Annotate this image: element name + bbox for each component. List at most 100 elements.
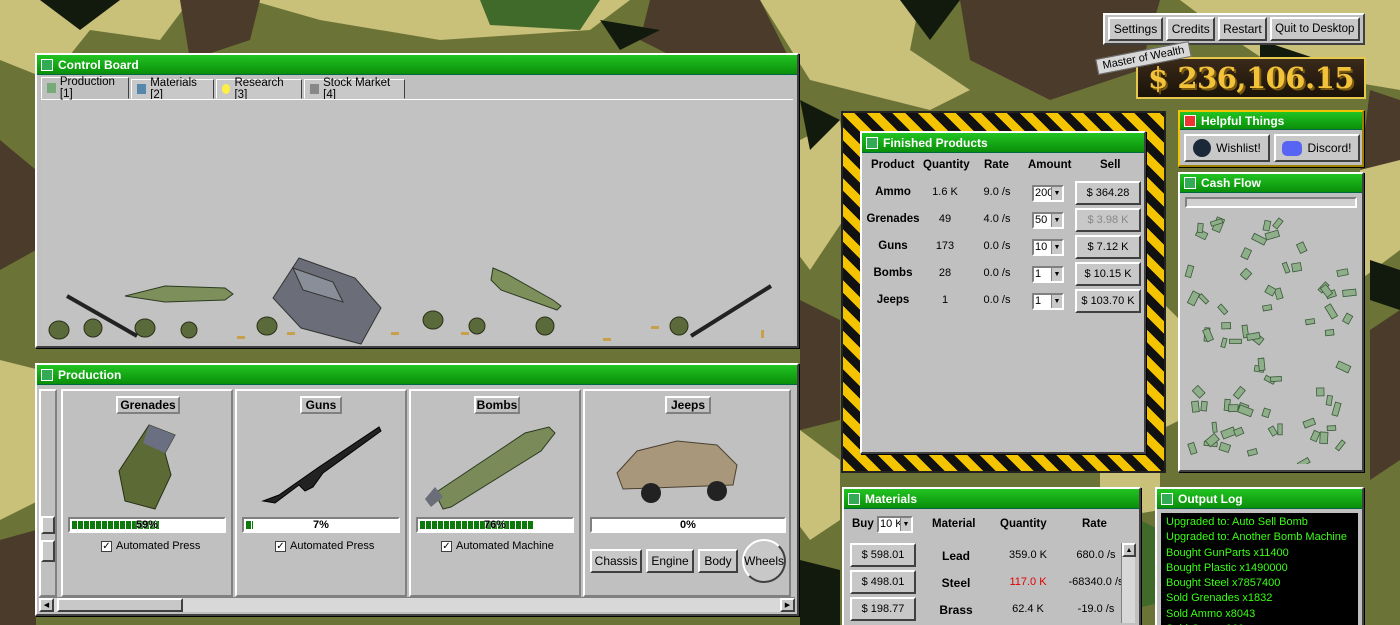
amount-value: 50 [1035,214,1048,226]
dollar-bill [1257,357,1266,372]
jeeps-progress-bar: 0% [590,517,786,533]
output-log-title: Output Log [1178,491,1243,506]
amount-select[interactable]: 10 ▼ [1032,239,1064,256]
horizontal-scrollbar[interactable]: ◀ ▶ [39,597,795,612]
buy-material-button[interactable]: $ 498.01 [850,570,916,594]
tab-research-label: Research [3] [234,77,284,101]
sell-button[interactable]: $ 3.98 K [1075,208,1141,232]
sell-button[interactable]: $ 7.12 K [1075,235,1141,259]
dollar-bill [1304,318,1316,326]
header-rate: Rate [984,159,1009,171]
restart-button[interactable]: Restart [1218,17,1267,41]
wishlist-button[interactable]: Wishlist! [1184,134,1270,162]
prev-panel-edge [39,389,57,597]
dollar-bill [1324,328,1335,337]
cash-flow-meter [1185,197,1357,208]
log-line: Sold Ammo x8043 [1166,607,1256,620]
lightbulb-icon [222,84,231,94]
money-rain-illustration [1184,216,1357,464]
dollar-bill [1331,401,1342,417]
chassis-button[interactable]: Chassis [590,549,642,573]
settings-button[interactable]: Settings [1108,17,1164,41]
body-button[interactable]: Body [698,549,738,573]
scroll-left-stub-2[interactable] [41,540,55,562]
box-icon [866,136,878,149]
tab-production[interactable]: Production [1] [41,76,129,100]
scroll-up-arrow[interactable]: ▲ [1122,543,1136,557]
product-rate: 0.0 /s [983,294,1011,306]
dollar-bill [1277,423,1283,436]
dollar-bill [1197,293,1210,305]
amount-select[interactable]: 1 ▼ [1032,293,1064,310]
dollar-bill [1220,426,1237,440]
dollar-bill [1291,262,1303,273]
chevron-down-icon: ▼ [1051,241,1062,254]
helpful-title: Helpful Things [1201,113,1285,128]
cash-flow-window: Cash Flow [1178,172,1364,472]
top-menu-bar: Settings Credits Restart Quit to Desktop [1103,13,1365,45]
sell-button[interactable]: $ 103.70 K [1075,289,1141,313]
guns-progress-bar: 7% [242,517,400,533]
checkbox-label: Automated Machine [456,540,554,552]
dollar-bill [1335,360,1352,374]
quit-button[interactable]: Quit to Desktop [1269,17,1360,41]
tab-research[interactable]: Research [3] [216,77,302,101]
scroll-left-arrow[interactable]: ◀ [39,598,54,612]
finished-products-window: Finished Products Product Quantity Rate … [860,131,1146,454]
dollar-bill [1270,376,1282,383]
product-name: Jeeps [876,294,910,306]
wealth-display: $ 236,106.15 [1136,57,1366,99]
dollar-bill [1187,441,1198,455]
scroll-right-arrow[interactable]: ▶ [780,598,795,612]
scroll-left-stub[interactable] [41,516,55,534]
dollar-bill [1262,219,1272,232]
chart-icon [310,84,320,94]
checkbox-icon: ✓ [441,540,452,552]
progress-label: 59% [135,519,159,531]
bombs-progress-bar: 76% [416,517,574,533]
tab-materials[interactable]: Materials [2] [131,77,214,101]
engine-button[interactable]: Engine [646,549,694,573]
sell-button[interactable]: $ 364.28 [1075,181,1141,205]
materials-scrollbar[interactable]: ▲ [1121,543,1136,623]
checkbox-label: Automated Press [290,540,375,552]
materials-icon [137,84,147,94]
tab-stock-market-label: Stock Market [4] [323,77,391,101]
log-line: Bought Steel x7857400 [1166,577,1281,590]
sell-button[interactable]: $ 10.15 K [1075,262,1141,286]
credits-button[interactable]: Credits [1166,17,1216,41]
wheels-button[interactable]: Wheels [742,539,786,583]
amount-value: 1 [1035,268,1042,280]
automated-press-checkbox[interactable]: ✓ Automated Press [101,540,200,552]
tab-stock-market[interactable]: Stock Market [4] [304,77,405,101]
buy-amount-select[interactable]: 10 K ▼ [877,516,913,533]
material-quantity: 117.0 K [1009,576,1047,588]
dollar-bill [1246,448,1258,457]
discord-button[interactable]: Discord! [1274,134,1360,162]
log-line: Sold Grenades x1832 [1166,592,1273,605]
header-rate: Rate [1082,518,1107,530]
terminal-icon [1161,492,1173,505]
checkbox-icon: ✓ [275,540,286,552]
amount-select[interactable]: 50 ▼ [1032,212,1064,229]
automated-machine-checkbox[interactable]: ✓ Automated Machine [441,540,554,552]
scroll-thumb[interactable] [57,598,183,612]
progress-label: 0% [680,519,696,531]
automated-press-checkbox[interactable]: ✓ Automated Press [275,540,374,552]
product-rate: 4.0 /s [983,213,1011,225]
product-rate: 9.0 /s [983,186,1011,198]
header-material: Material [932,518,976,530]
dollar-bill [1220,337,1228,349]
amount-select[interactable]: 200 ▼ [1032,185,1064,202]
header-amount: Amount [1028,159,1072,171]
tab-production-label: Production [1] [59,76,115,100]
buy-material-button[interactable]: $ 598.01 [850,543,916,567]
gear-icon [47,83,56,93]
grenades-progress-bar: 59% [68,517,226,533]
amount-select[interactable]: 1 ▼ [1032,266,1064,283]
product-name: Bombs [873,267,913,279]
buy-material-button[interactable]: $ 198.77 [850,597,916,621]
card-title: Jeeps [665,396,711,414]
product-name: Ammo [875,186,911,198]
jeep-image [616,440,738,503]
